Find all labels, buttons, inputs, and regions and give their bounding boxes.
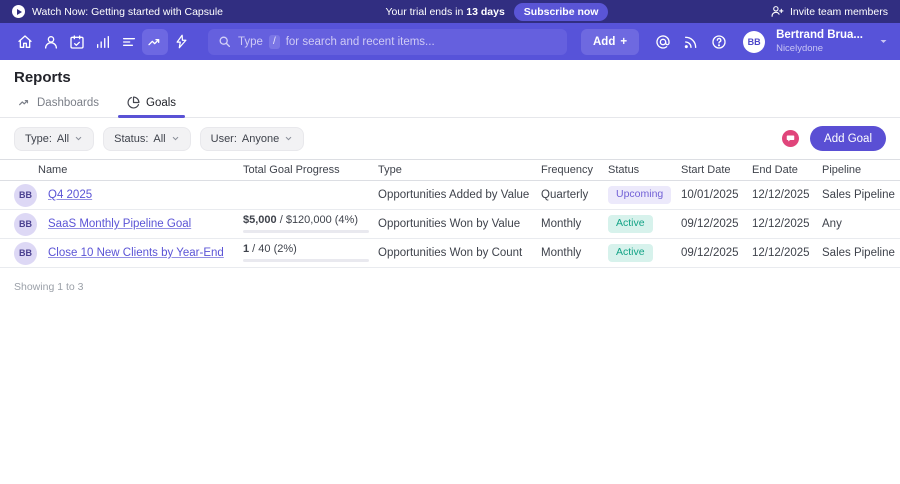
chevron-down-icon [74, 134, 83, 143]
table-row: BB Q4 2025 Opportunities Added by Value … [0, 181, 900, 210]
line-chart-icon [18, 96, 31, 109]
goal-frequency: Quarterly [541, 189, 608, 201]
slash-key-hint: / [269, 35, 280, 49]
progress-bar [243, 259, 369, 262]
bolt-icon[interactable] [168, 29, 194, 55]
avatar: BB [14, 184, 37, 207]
invite-team-label: Invite team members [790, 6, 888, 18]
progress-bar [243, 230, 369, 233]
pipeline: Sales Pipeline [822, 189, 900, 201]
watch-now-link[interactable]: Watch Now: Getting started with Capsule [12, 5, 223, 18]
status-filter[interactable]: Status:All [103, 127, 190, 151]
user-filter[interactable]: User:Anyone [200, 127, 305, 151]
chevron-down-icon [171, 134, 180, 143]
trial-countdown: Your trial ends in 13 days [386, 6, 505, 18]
goal-type: Opportunities Added by Value [378, 189, 541, 201]
bar-chart-icon[interactable] [90, 29, 116, 55]
table-row: BB Close 10 New Clients by Year-End 1 / … [0, 239, 900, 268]
message-bubble-icon[interactable] [782, 130, 799, 147]
pipeline: Any [822, 218, 900, 230]
status-badge: Active [608, 215, 653, 233]
search-icon [218, 35, 231, 48]
invite-team-link[interactable]: Invite team members [771, 5, 888, 18]
goal-type: Opportunities Won by Count [378, 247, 541, 259]
pipeline: Sales Pipeline [822, 247, 900, 259]
plus-icon: + [620, 36, 627, 48]
end-date: 12/12/2025 [752, 189, 822, 201]
at-icon[interactable] [651, 30, 675, 54]
search-placeholder: Type / for search and recent items... [238, 35, 435, 49]
search-input[interactable]: Type / for search and recent items... [208, 29, 567, 55]
goal-link[interactable]: Close 10 New Clients by Year-End [48, 247, 224, 259]
user-menu[interactable]: Bertrand Brua... Nicelydone [776, 29, 863, 54]
people-icon[interactable] [38, 29, 64, 55]
trial-banner: Watch Now: Getting started with Capsule … [0, 0, 900, 23]
tab-dashboards[interactable]: Dashboards [18, 92, 99, 117]
calendar-icon[interactable] [64, 29, 90, 55]
user-org: Nicelydone [776, 43, 863, 54]
start-date: 09/12/2025 [681, 247, 752, 259]
list-icon[interactable] [116, 29, 142, 55]
trending-icon[interactable] [142, 29, 168, 55]
chevron-down-icon [284, 134, 293, 143]
goal-link[interactable]: Q4 2025 [48, 189, 92, 201]
start-date: 09/12/2025 [681, 218, 752, 230]
main-navbar: Type / for search and recent items... Ad… [0, 23, 900, 60]
goals-toolbar: Type:All Status:All User:Anyone Add Goal [14, 126, 886, 151]
subscribe-now-button[interactable]: Subscribe now [514, 3, 609, 21]
goal-link[interactable]: SaaS Monthly Pipeline Goal [48, 218, 191, 230]
add-goal-button[interactable]: Add Goal [810, 126, 886, 151]
status-badge: Active [608, 244, 653, 262]
end-date: 12/12/2025 [752, 218, 822, 230]
chevron-down-icon[interactable] [879, 37, 888, 46]
tab-goals[interactable]: Goals [127, 92, 176, 117]
goal-type: Opportunities Won by Value [378, 218, 541, 230]
start-date: 10/01/2025 [681, 189, 752, 201]
status-badge: Upcoming [608, 186, 671, 204]
type-filter[interactable]: Type:All [14, 127, 94, 151]
person-plus-icon [771, 5, 784, 18]
report-tabs: Dashboards Goals [0, 92, 900, 118]
add-button[interactable]: Add+ [581, 29, 639, 55]
goals-table: Name Total Goal Progress Type Frequency … [0, 159, 900, 268]
help-icon[interactable] [707, 30, 731, 54]
results-count: Showing 1 to 3 [14, 281, 886, 293]
goal-frequency: Monthly [541, 218, 608, 230]
page-title: Reports [14, 69, 886, 86]
table-header: Name Total Goal Progress Type Frequency … [0, 159, 900, 181]
user-avatar[interactable]: BB [743, 31, 765, 53]
table-row: BB SaaS Monthly Pipeline Goal $5,000 / $… [0, 210, 900, 239]
end-date: 12/12/2025 [752, 247, 822, 259]
goal-progress: 1 / 40 (2%) [243, 244, 378, 262]
user-name: Bertrand Brua... [776, 29, 863, 43]
avatar: BB [14, 213, 37, 236]
goal-frequency: Monthly [541, 247, 608, 259]
watch-now-label: Watch Now: Getting started with Capsule [32, 6, 223, 18]
pie-chart-icon [127, 96, 140, 109]
goal-progress: $5,000 / $120,000 (4%) [243, 215, 378, 233]
home-icon[interactable] [12, 29, 38, 55]
avatar: BB [14, 242, 37, 265]
play-icon [12, 5, 25, 18]
broadcast-icon[interactable] [679, 30, 703, 54]
